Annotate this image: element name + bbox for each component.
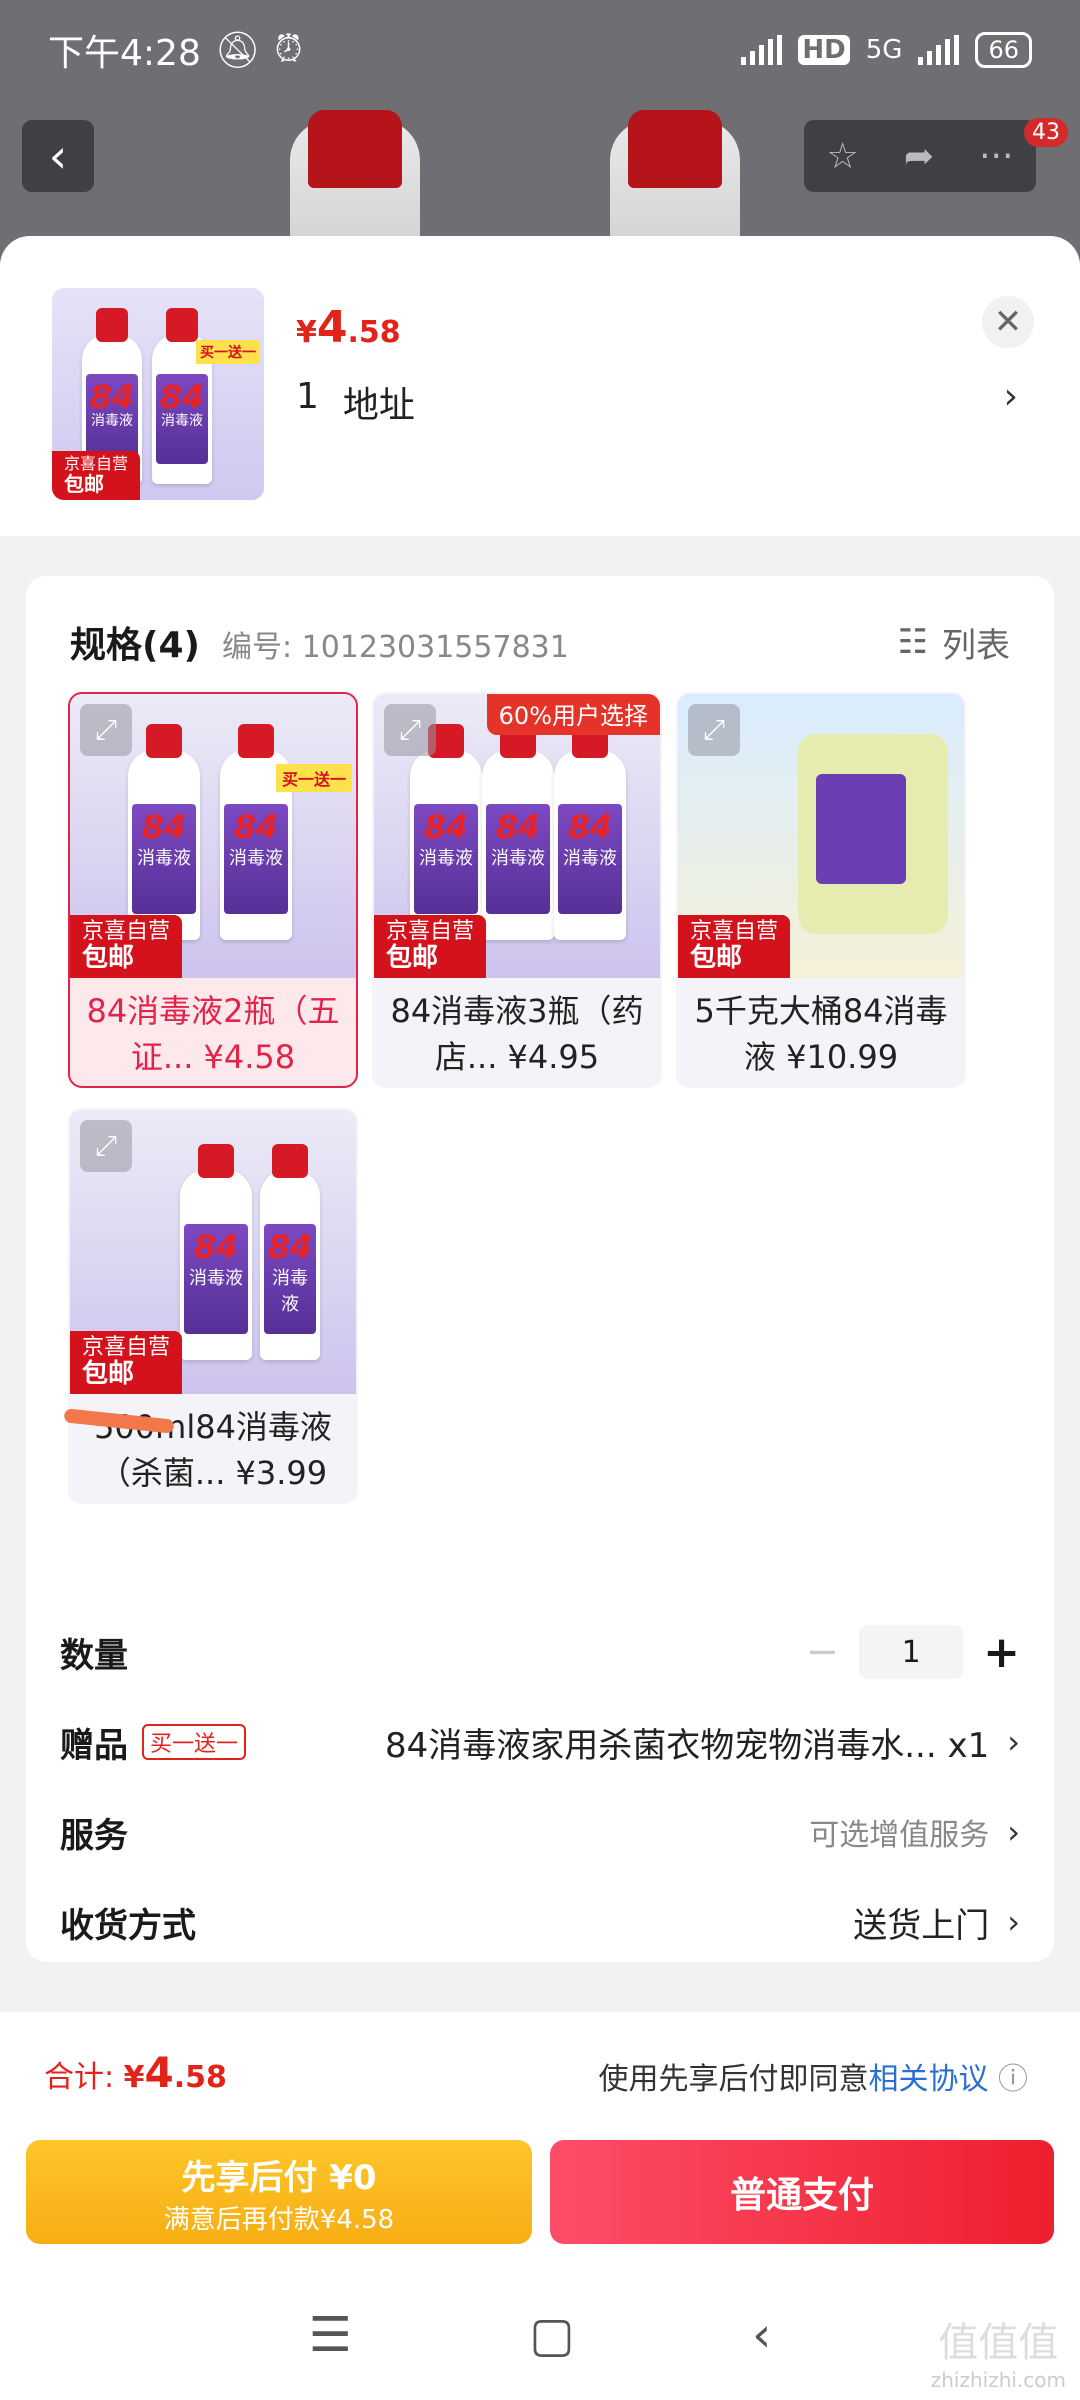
quantity-input[interactable]: 1 (859, 1625, 964, 1679)
service-row[interactable]: 服务 可选增值服务 › (60, 1802, 1020, 1862)
service-value: 可选增值服务 (809, 1818, 990, 1853)
quantity-row: 数量 − 1 + (60, 1625, 1020, 1679)
quantity-stepper: − 1 + (806, 1625, 1020, 1679)
watermark: 值值值 zhizhizhi.com (930, 2320, 1066, 2392)
system-nav-bar: ☰ ▢ ‹ (0, 2270, 1080, 2400)
hd-icon: HD (798, 35, 850, 65)
delivery-row[interactable]: 收货方式 送货上门 › (60, 1892, 1020, 1952)
home-icon[interactable]: ▢ (529, 2307, 574, 2363)
delivery-value: 送货上门 (853, 1905, 990, 1946)
mute-icon: 🔕︎ (214, 30, 261, 71)
alarm-icon: ⏰︎ (274, 29, 303, 70)
normal-pay-button[interactable]: 普通支付 (550, 2140, 1054, 2244)
close-button[interactable]: ✕ (982, 296, 1034, 348)
chevron-right-icon: › (1007, 1903, 1020, 1941)
chevron-right-icon: › (1007, 1723, 1020, 1761)
menu-icon[interactable]: ☰ (309, 2307, 352, 2363)
decrease-button[interactable]: − (806, 1629, 840, 1675)
gift-badge: 买一送一 (142, 1724, 247, 1760)
free-shipping-tag: 京喜自营 包邮 (52, 450, 141, 500)
chevron-right-icon: › (1007, 1813, 1020, 1851)
address-selector[interactable]: 1 地址 (296, 376, 415, 428)
product-thumbnail[interactable]: 消毒液 消毒液 买一送一 京喜自营包邮 (52, 288, 264, 500)
message-count-badge: 43 (1024, 118, 1068, 147)
status-bar: 下午4:28 🔕︎ ⏰︎ HD 5G 66 (0, 0, 1080, 100)
share-icon[interactable]: ➦ (904, 136, 934, 177)
cell-signal-icon (918, 35, 960, 65)
back-button[interactable]: ‹ (22, 120, 94, 192)
checkout-footer: 合计: ¥4.58 使用先享后付即同意相关协议 ⓘ 先享后付 ¥0 满意后再付款… (0, 2012, 1080, 2400)
status-time: 下午4:28 (48, 33, 201, 74)
wifi-signal-icon (741, 35, 783, 65)
more-icon[interactable]: ··· (979, 136, 1013, 177)
agreement-link[interactable]: 相关协议 (868, 2062, 988, 2097)
buy-one-get-one-badge: 买一送一 (196, 340, 260, 364)
info-icon[interactable]: ⓘ (998, 2062, 1028, 2097)
pay-later-button[interactable]: 先享后付 ¥0 满意后再付款¥4.58 (26, 2140, 532, 2244)
gift-value: 84消毒液家用杀菌衣物宠物消毒水... x1 (384, 1725, 990, 1766)
spec-card: 规格(4) 编号: 10123031557831 ☷ 列表 消毒液 消毒液 买一… (26, 576, 1054, 1962)
total-amount: 合计: ¥4.58 (44, 2048, 227, 2097)
favorite-star-icon[interactable]: ☆ (827, 136, 859, 177)
address-chevron-icon[interactable]: › (1004, 376, 1018, 417)
top-actions-bar: ☆ ➦ ··· (804, 120, 1036, 192)
agreement-text: 使用先享后付即同意相关协议 ⓘ (598, 2062, 1028, 2097)
sheet-header: 消毒液 消毒液 买一送一 京喜自营包邮 ¥4.58 1地址 › ✕ (0, 236, 1080, 536)
battery-icon: 66 (975, 32, 1032, 68)
selected-price: ¥4.58 (296, 302, 401, 353)
gift-row[interactable]: 赠品 买一送一 84消毒液家用杀菌衣物宠物消毒水... x1 › (60, 1712, 1020, 1772)
back-icon[interactable]: ‹ (752, 2307, 771, 2363)
increase-button[interactable]: + (983, 1627, 1020, 1678)
network-type: 5G (865, 35, 903, 65)
